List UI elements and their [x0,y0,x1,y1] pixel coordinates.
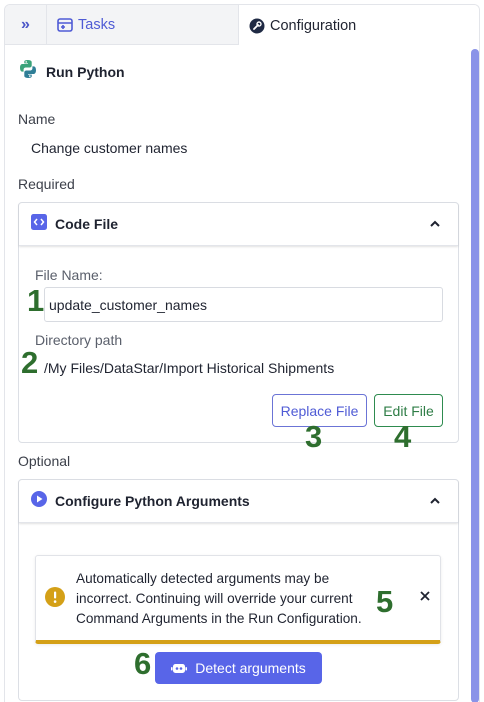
chevron-up-icon[interactable] [428,217,442,231]
file-name-input[interactable]: update_customer_names [44,287,443,322]
annotation-marker-1: 1 [27,283,45,318]
task-title: Run Python [46,63,125,80]
optional-label: Optional [18,453,71,469]
name-label: Name [18,111,56,127]
tab-tasks-label: Tasks [78,17,116,33]
file-name-label: File Name: [35,267,103,283]
warning-text: Automatically detected arguments may be … [76,571,362,626]
tab-tasks[interactable]: Tasks [47,5,239,45]
task-header: Run Python [18,59,125,84]
robot-icon [171,660,188,676]
double-chevron-right-icon: » [21,16,30,33]
code-file-card-header[interactable]: Code File [19,203,458,246]
annotation-marker-4: 4 [394,419,412,454]
code-file-title: Code File [55,216,119,232]
collapse-panel-button[interactable]: » [5,5,47,45]
chevron-up-icon[interactable] [428,494,442,508]
code-file-card: Code File File Name: update_customer_nam… [18,202,459,443]
python-arguments-title: Configure Python Arguments [55,493,250,509]
wrench-icon [249,18,265,34]
tasks-icon [57,17,73,33]
tab-bar: » Tasks Configuration [5,5,479,46]
tab-configuration[interactable]: Configuration [239,5,479,46]
warning-icon [45,587,65,607]
close-icon[interactable] [418,589,432,603]
annotation-marker-6: 6 [134,646,152,681]
scrollbar-thumb[interactable] [471,49,479,702]
python-icon [18,59,38,84]
task-panel: » Tasks Configuration Run Python Name Ch… [4,4,480,702]
annotation-marker-3: 3 [305,419,323,454]
required-label: Required [18,176,75,192]
directory-path-value: /My Files/DataStar/Import Historical Shi… [44,360,335,376]
code-icon [31,213,47,235]
annotation-marker-5: 5 [376,584,394,619]
detect-arguments-button[interactable]: Detect arguments [155,652,322,684]
python-arguments-card-header[interactable]: Configure Python Arguments [19,480,458,523]
play-circle-icon [31,490,47,512]
tab-configuration-label: Configuration [270,17,357,34]
task-name-value: Change customer names [31,140,188,156]
directory-path-label: Directory path [35,332,123,348]
annotation-marker-2: 2 [21,345,39,380]
detect-arguments-label: Detect arguments [195,660,306,676]
